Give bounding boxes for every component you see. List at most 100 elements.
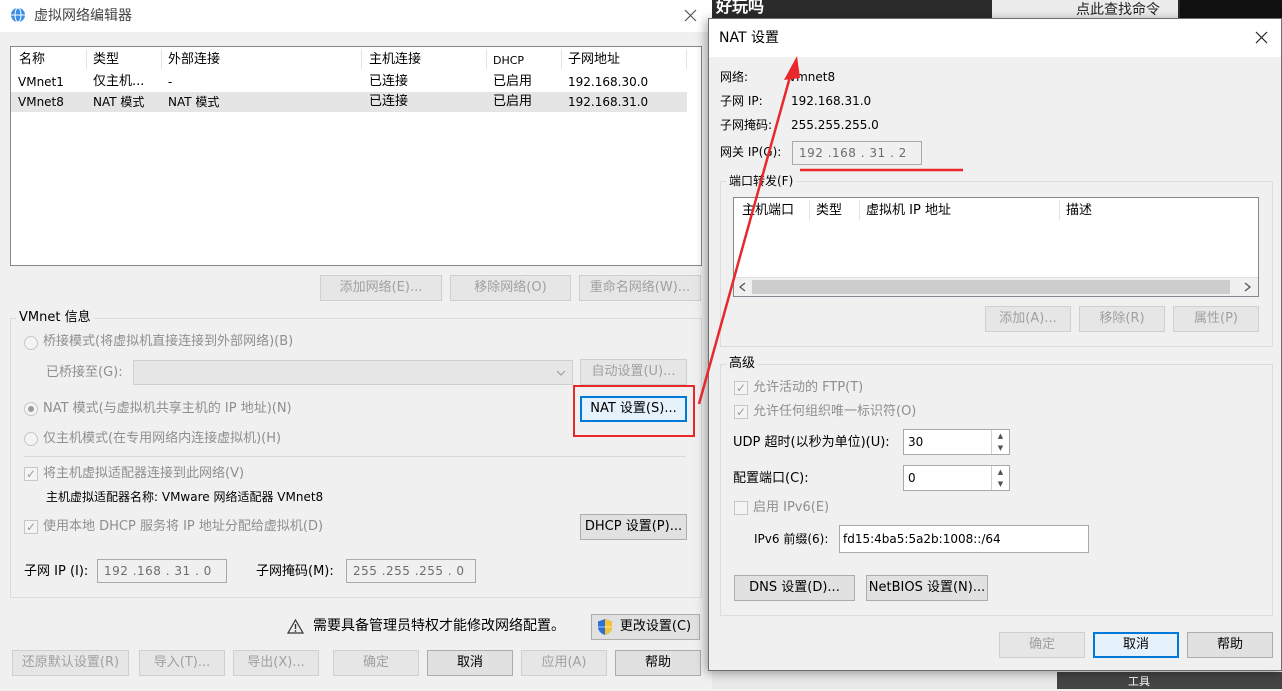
allow-any-oui-label[interactable]: 允许任何组织唯一标识符(O): [753, 403, 916, 421]
nat-help-button[interactable]: 帮助: [1187, 632, 1273, 658]
stepper-arrows[interactable]: ▲ ▼: [991, 466, 1009, 490]
cell-external: NAT 模式: [168, 95, 220, 109]
ipv6-prefix-field[interactable]: fd15:4ba5:5a2b:1008::/64: [839, 525, 1089, 553]
auto-settings-button[interactable]: 自动设置(U)...: [580, 359, 687, 385]
udp-timeout-value: 30: [908, 435, 924, 449]
pf-header-vm-ip[interactable]: 虚拟机 IP 地址: [866, 202, 951, 220]
network-table[interactable]: 名称 类型 外部连接 主机连接 DHCP 子网地址 VMnet1 仅主机... …: [10, 46, 702, 266]
pf-properties-button[interactable]: 属性(P): [1173, 306, 1259, 332]
scroll-left-icon[interactable]: [739, 282, 746, 292]
netbios-settings-button[interactable]: NetBIOS 设置(N)...: [866, 575, 988, 601]
chevron-up-icon[interactable]: ▲: [992, 430, 1009, 442]
pf-header-host-port[interactable]: 主机端口: [742, 202, 794, 220]
close-icon[interactable]: [684, 9, 697, 22]
column-header-name[interactable]: 名称: [19, 51, 45, 69]
pf-remove-button[interactable]: 移除(R): [1079, 306, 1165, 332]
bridged-mode-label[interactable]: 桥接模式(将虚拟机直接连接到外部网络)(B): [43, 333, 293, 351]
column-header-subnet[interactable]: 子网地址: [568, 51, 620, 69]
port-forward-group-label: 端口转发(F): [726, 172, 797, 190]
export-button[interactable]: 导出(X)...: [233, 650, 319, 676]
pf-header-type[interactable]: 类型: [816, 202, 842, 220]
add-network-button[interactable]: 添加网络(E)...: [320, 275, 442, 301]
allow-any-oui-checkbox[interactable]: ✓: [734, 405, 748, 419]
header-divider: [486, 49, 487, 69]
header-divider: [686, 49, 687, 69]
column-header-dhcp[interactable]: DHCP: [493, 52, 524, 70]
column-header-type[interactable]: 类型: [93, 51, 119, 69]
background-search-placeholder[interactable]: 点此查找命令: [1076, 1, 1160, 19]
allow-ftp-checkbox[interactable]: ✓: [734, 381, 748, 395]
config-port-stepper[interactable]: 0 ▲ ▼: [903, 465, 1010, 491]
enable-ipv6-checkbox[interactable]: [734, 501, 748, 515]
udp-timeout-stepper[interactable]: 30 ▲ ▼: [903, 429, 1010, 455]
pf-header-description[interactable]: 描述: [1066, 202, 1092, 220]
cell-type: NAT 模式: [93, 95, 145, 109]
help-button[interactable]: 帮助: [615, 650, 701, 676]
restore-defaults-button[interactable]: 还原默认设置(R): [12, 650, 129, 676]
horizontal-scrollbar[interactable]: [734, 277, 1258, 296]
port-forward-table[interactable]: 主机端口 类型 虚拟机 IP 地址 描述: [733, 197, 1259, 297]
network-label: 网络:: [720, 70, 749, 84]
close-icon[interactable]: [1255, 31, 1268, 44]
header-divider: [859, 200, 860, 220]
rename-network-button[interactable]: 重命名网络(W)...: [579, 275, 701, 301]
connect-adapter-checkbox[interactable]: ✓: [24, 467, 38, 481]
connect-adapter-label[interactable]: 将主机虚拟适配器连接到此网络(V): [43, 465, 244, 483]
header-divider: [361, 49, 362, 69]
stepper-arrows[interactable]: ▲ ▼: [991, 430, 1009, 454]
nat-cancel-button[interactable]: 取消: [1093, 632, 1179, 658]
dhcp-settings-button[interactable]: DHCP 设置(P)...: [580, 514, 687, 540]
background-bottom-bar: [1057, 672, 1282, 689]
header-divider: [809, 200, 810, 220]
table-row[interactable]: VMnet1 仅主机... - 已连接 已启用 192.168.30.0: [11, 72, 687, 92]
cell-type: 仅主机...: [93, 74, 145, 89]
background-bottom-text: 工具: [1128, 675, 1150, 688]
enable-ipv6-label[interactable]: 启用 IPv6(E): [753, 499, 829, 517]
allow-ftp-label[interactable]: 允许活动的 FTP(T): [753, 379, 863, 397]
chevron-down-icon[interactable]: ▼: [992, 478, 1009, 490]
change-settings-button[interactable]: 更改设置(C): [591, 614, 700, 640]
ipv6-prefix-label: IPv6 前缀(6):: [754, 532, 829, 546]
uac-shield-icon: [598, 619, 612, 635]
table-row-selected[interactable]: VMnet8 NAT 模式 NAT 模式 已连接 已启用 192.168.31.…: [11, 92, 687, 112]
bridged-mode-radio[interactable]: [24, 336, 38, 350]
cell-host: 已连接: [369, 74, 409, 89]
chevron-down-icon[interactable]: ▼: [992, 442, 1009, 454]
cancel-button[interactable]: 取消: [427, 650, 513, 676]
subnet-ip-field[interactable]: 192 .168 . 31 . 0: [97, 559, 227, 583]
ipv6-prefix-value: fd15:4ba5:5a2b:1008::/64: [843, 532, 1001, 546]
column-header-external[interactable]: 外部连接: [168, 51, 220, 69]
cell-name: VMnet1: [18, 75, 64, 89]
cell-subnet: 192.168.31.0: [568, 95, 649, 109]
pf-add-button[interactable]: 添加(A)...: [985, 306, 1071, 332]
host-only-mode-radio[interactable]: [24, 432, 38, 446]
dns-settings-button[interactable]: DNS 设置(D)...: [734, 575, 855, 601]
use-dhcp-checkbox[interactable]: ✓: [24, 520, 38, 534]
cell-dhcp: 已启用: [493, 74, 533, 89]
subnet-mask-field[interactable]: 255 .255 .255 . 0: [346, 559, 476, 583]
remove-network-button[interactable]: 移除网络(O): [450, 275, 571, 301]
adapter-name-text: 主机虚拟适配器名称: VMware 网络适配器 VMnet8: [46, 490, 324, 504]
gateway-ip-field[interactable]: 192 .168 . 31 . 2: [792, 141, 922, 165]
nat-mode-label[interactable]: NAT 模式(与虚拟机共享主机的 IP 地址)(N): [43, 400, 292, 418]
apply-button[interactable]: 应用(A): [521, 650, 607, 676]
ok-button[interactable]: 确定: [333, 650, 419, 676]
use-dhcp-label[interactable]: 使用本地 DHCP 服务将 IP 地址分配给虚拟机(D): [43, 518, 323, 536]
nat-ok-button[interactable]: 确定: [999, 632, 1085, 658]
scroll-right-icon[interactable]: [1244, 282, 1251, 292]
config-port-value: 0: [908, 471, 916, 485]
nat-subnet-mask-label: 子网掩码:: [720, 118, 773, 132]
gateway-label: 网关 IP(G):: [720, 145, 782, 159]
nat-mode-radio[interactable]: [24, 402, 38, 416]
background-right-dark: [1180, 0, 1282, 20]
host-only-mode-label[interactable]: 仅主机模式(在专用网络内连接虚拟机)(H): [43, 430, 281, 448]
advanced-group-label: 高级: [726, 355, 759, 373]
nat-dialog-title: NAT 设置: [719, 30, 779, 46]
bridged-to-select[interactable]: [133, 360, 573, 385]
nat-settings-button[interactable]: NAT 设置(S)...: [580, 396, 687, 422]
chevron-up-icon[interactable]: ▲: [992, 466, 1009, 478]
header-divider: [561, 49, 562, 69]
column-header-host[interactable]: 主机连接: [369, 51, 421, 69]
scrollbar-thumb[interactable]: [752, 280, 1230, 294]
import-button[interactable]: 导入(T)...: [139, 650, 225, 676]
